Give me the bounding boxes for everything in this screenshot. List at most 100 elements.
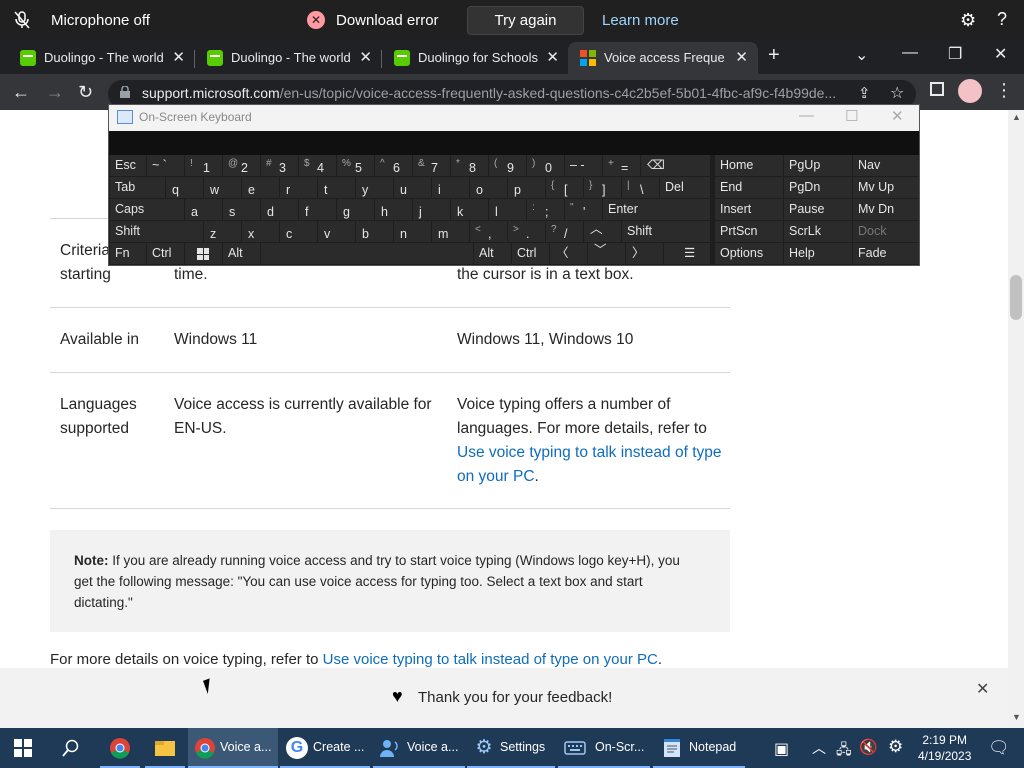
try-again-button[interactable]: Try again xyxy=(467,6,584,35)
key-p[interactable]: p xyxy=(508,177,545,198)
key-t[interactable]: t xyxy=(318,177,355,198)
close-window-icon[interactable]: ✕ xyxy=(994,44,1007,64)
key-s[interactable]: s xyxy=(223,199,260,220)
key-context-menu[interactable]: ☰ xyxy=(664,243,710,264)
key-shift-right[interactable]: Shift xyxy=(622,221,710,242)
key-4[interactable]: $4 xyxy=(299,155,336,176)
key-home[interactable]: Home xyxy=(715,155,783,176)
volume-muted-icon[interactable]: 🔇 xyxy=(859,738,878,756)
chevron-up-icon[interactable]: ︿ xyxy=(812,738,826,758)
key-ctrl-right[interactable]: Ctrl xyxy=(512,243,549,264)
key-1[interactable]: ! 1 xyxy=(185,155,222,176)
close-tab-icon[interactable]: ✕ xyxy=(359,48,372,66)
taskbar-notepad[interactable]: Notepad xyxy=(653,728,745,768)
key-fade[interactable]: Fade xyxy=(853,243,919,264)
minimize-icon[interactable]: — xyxy=(799,107,814,124)
tab-voice-access-faq[interactable]: Voice access Frequently ✕ xyxy=(568,42,758,74)
scrollbar-thumb[interactable] xyxy=(1010,275,1022,320)
share-icon[interactable]: ⇪ xyxy=(858,84,871,102)
scrollbar[interactable] xyxy=(1008,110,1024,728)
key-c[interactable]: c xyxy=(280,221,317,242)
taskbar-chrome-voice-access[interactable]: Voice a... xyxy=(188,728,278,768)
voice-typing-link[interactable]: Use voice typing to talk instead of type… xyxy=(323,651,658,668)
key-l[interactable]: l xyxy=(489,199,526,220)
taskbar-voice-access[interactable]: Voice a... xyxy=(373,728,465,768)
bookmark-star-icon[interactable]: ☆ xyxy=(890,83,904,103)
key-m[interactable]: m xyxy=(432,221,469,242)
key-help[interactable]: Help xyxy=(784,243,852,264)
key-arrow-right[interactable]: 〉 xyxy=(626,243,663,264)
key-tilde[interactable]: ~ ` xyxy=(147,155,184,176)
key-semicolon[interactable]: :; xyxy=(527,199,564,220)
key-pause[interactable]: Pause xyxy=(784,199,852,220)
avatar[interactable] xyxy=(958,79,982,103)
side-panel-icon[interactable] xyxy=(930,82,944,96)
taskbar-settings[interactable]: ⚙ Settings xyxy=(467,728,555,768)
key-tab[interactable]: Tab xyxy=(110,177,165,198)
key-2[interactable]: @2 xyxy=(223,155,260,176)
key-period[interactable]: >. xyxy=(508,221,545,242)
key-pgdn[interactable]: PgDn xyxy=(784,177,852,198)
key-alt-right[interactable]: Alt xyxy=(474,243,511,264)
system-clock[interactable]: 2:19 PM 4/19/2023 xyxy=(918,732,971,764)
key-space[interactable] xyxy=(261,243,473,264)
menu-icon[interactable]: ⋮ xyxy=(995,80,1013,101)
key-a[interactable]: a xyxy=(185,199,222,220)
key-h[interactable]: h xyxy=(375,199,412,220)
key-d[interactable]: d xyxy=(261,199,298,220)
key-7[interactable]: & 7 xyxy=(413,155,450,176)
key-minus[interactable]: – - xyxy=(565,155,602,176)
key-9[interactable]: (9 xyxy=(489,155,526,176)
key-e[interactable]: e xyxy=(242,177,279,198)
taskbar-google-create[interactable]: G Create ... xyxy=(280,728,370,768)
help-icon[interactable]: ? xyxy=(997,9,1007,30)
key-shift-left[interactable]: Shift xyxy=(110,221,203,242)
taskbar-file-explorer[interactable] xyxy=(145,728,185,768)
microphone-off-icon[interactable] xyxy=(12,10,32,30)
key-dock[interactable]: Dock xyxy=(853,221,919,242)
key-u[interactable]: u xyxy=(394,177,431,198)
notifications-icon[interactable]: 🗨 xyxy=(988,738,1010,758)
close-icon[interactable]: ✕ xyxy=(976,679,989,699)
key-n[interactable]: n xyxy=(394,221,431,242)
close-icon[interactable]: ✕ xyxy=(891,107,904,125)
key-mv-up[interactable]: Mv Up xyxy=(853,177,919,198)
tab-duolingo-schools[interactable]: Duolingo for Schools ✕ xyxy=(374,42,569,74)
key-caps[interactable]: Caps xyxy=(110,199,184,220)
close-tab-icon[interactable]: ✕ xyxy=(546,48,559,66)
network-icon[interactable]: 🖧 xyxy=(836,739,852,763)
key-r[interactable]: r xyxy=(280,177,317,198)
key-q[interactable]: q xyxy=(166,177,203,198)
search-button[interactable] xyxy=(56,728,88,768)
key-slash[interactable]: ? / xyxy=(546,221,583,242)
key-comma[interactable]: <, xyxy=(470,221,507,242)
key-bracket-right[interactable]: }] xyxy=(584,177,621,198)
key-end[interactable]: End xyxy=(715,177,783,198)
key-w[interactable]: w xyxy=(204,177,241,198)
close-tab-icon[interactable]: ✕ xyxy=(735,48,748,66)
key-0[interactable]: ) 0 xyxy=(527,155,564,176)
key-equals[interactable]: + = xyxy=(603,155,640,176)
key-5[interactable]: % 5 xyxy=(337,155,374,176)
gear-icon[interactable]: ⚙ xyxy=(960,10,976,31)
key-esc[interactable]: Esc xyxy=(110,155,146,176)
maximize-icon[interactable]: ❐ xyxy=(948,44,962,64)
back-icon[interactable]: ← xyxy=(12,82,30,103)
key-f[interactable]: f xyxy=(299,199,336,220)
key-mv-dn[interactable]: Mv Dn xyxy=(853,199,919,220)
new-tab-icon[interactable]: + xyxy=(768,44,780,67)
key-windows[interactable] xyxy=(185,243,222,264)
taskbar-chrome[interactable] xyxy=(100,728,140,768)
start-button[interactable] xyxy=(8,728,40,768)
key-backspace[interactable]: ⌫ xyxy=(641,155,710,176)
key-8[interactable]: * 8 xyxy=(451,155,488,176)
key-o[interactable]: o xyxy=(470,177,507,198)
key-arrow-up[interactable]: ︿ xyxy=(584,221,621,242)
voice-typing-link[interactable]: Use voice typing to talk instead of type… xyxy=(457,444,722,485)
key-ctrl-left[interactable]: Ctrl xyxy=(147,243,184,264)
key-z[interactable]: z xyxy=(204,221,241,242)
scroll-up-icon[interactable]: ▲ xyxy=(1012,112,1021,122)
key-scrlk[interactable]: ScrLk xyxy=(784,221,852,242)
key-backslash[interactable]: | \ xyxy=(622,177,659,198)
key-prtscn[interactable]: PrtScn xyxy=(715,221,783,242)
